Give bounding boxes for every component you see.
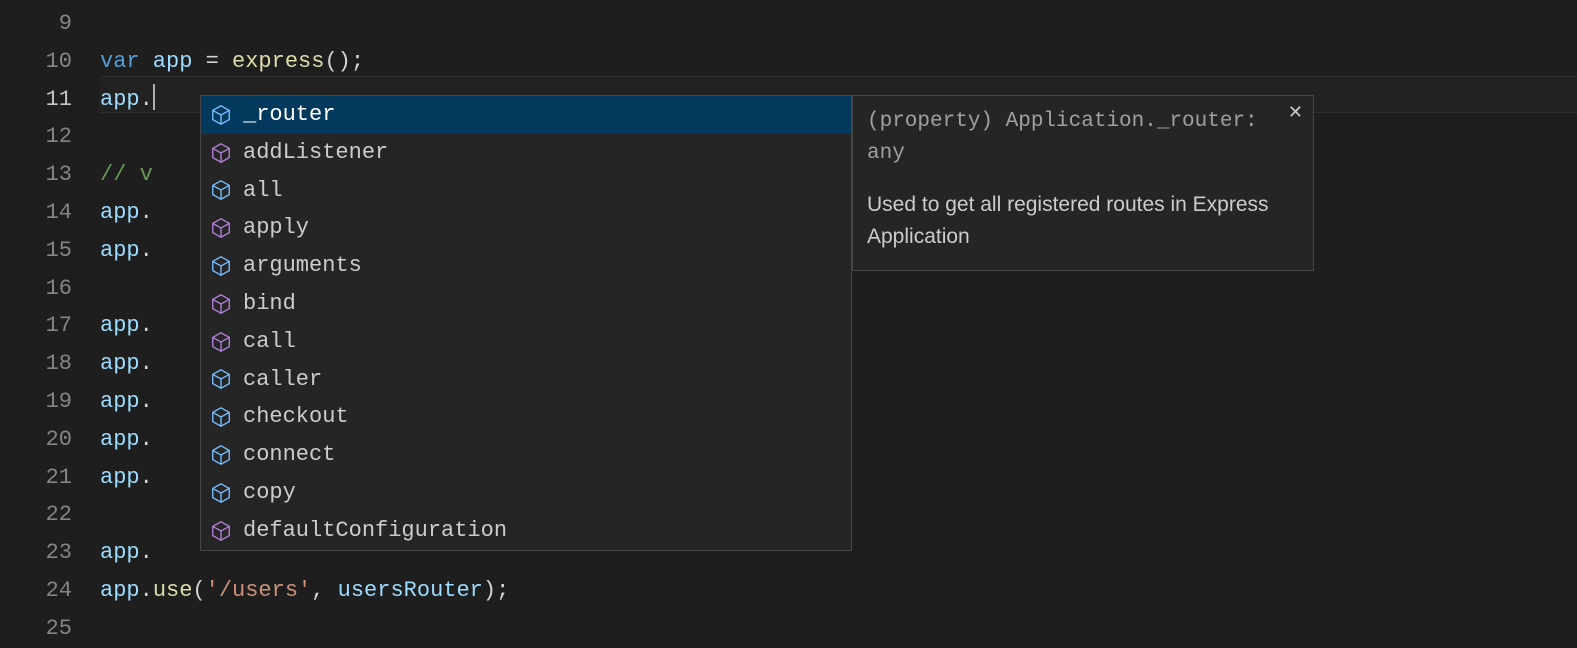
intellisense-details-widget: ✕ (property) Application._router: any Us… [852,95,1314,271]
suggestion-item[interactable]: bind [201,285,851,323]
field-icon [209,254,233,278]
line-number: 15 [0,232,72,270]
method-icon [209,330,233,354]
line-number: 13 [0,156,72,194]
suggestion-label: bind [243,285,296,323]
field-icon [209,367,233,391]
code-line [100,5,1577,43]
line-number: 11 [0,81,72,119]
line-number: 21 [0,459,72,497]
suggestion-item[interactable]: _router [201,96,851,134]
suggestion-item[interactable]: checkout [201,398,851,436]
line-number: 23 [0,534,72,572]
line-number: 14 [0,194,72,232]
method-icon [209,519,233,543]
line-number: 9 [0,5,72,43]
close-icon[interactable]: ✕ [1288,102,1303,123]
field-icon [209,443,233,467]
suggestion-item[interactable]: caller [201,361,851,399]
method-icon [209,292,233,316]
suggestion-label: copy [243,474,296,512]
line-number: 19 [0,383,72,421]
line-number: 25 [0,610,72,648]
line-number: 12 [0,118,72,156]
suggestion-item[interactable]: arguments [201,247,851,285]
line-number: 10 [0,43,72,81]
code-line: var app = express(); [100,43,1577,81]
intellisense-suggest-widget[interactable]: _routeraddListenerallapplyargumentsbindc… [200,95,852,551]
suggestion-item[interactable]: defaultConfiguration [201,512,851,550]
suggestion-item[interactable]: addListener [201,134,851,172]
line-number-gutter: 910111213141516171819202122232425 [0,0,100,622]
suggestion-label: all [243,172,283,210]
method-icon [209,141,233,165]
field-icon [209,481,233,505]
suggestion-label: connect [243,436,335,474]
code-line: app.use('/users', usersRouter); [100,572,1577,610]
suggestion-label: checkout [243,398,349,436]
line-number: 17 [0,307,72,345]
suggestion-label: defaultConfiguration [243,512,507,550]
suggestion-label: caller [243,361,322,399]
suggestion-label: _router [243,96,335,134]
line-number: 22 [0,496,72,534]
line-number: 16 [0,270,72,308]
suggestion-label: addListener [243,134,388,172]
suggestion-item[interactable]: call [201,323,851,361]
field-icon [209,405,233,429]
suggestion-label: apply [243,209,309,247]
field-icon [209,103,233,127]
code-line [100,610,1577,648]
suggestion-item[interactable]: copy [201,474,851,512]
suggestion-item[interactable]: all [201,172,851,210]
suggestion-item[interactable]: apply [201,209,851,247]
suggestion-label: call [243,323,296,361]
method-icon [209,216,233,240]
field-icon [209,178,233,202]
line-number: 20 [0,421,72,459]
suggestion-item[interactable]: connect [201,436,851,474]
suggestion-label: arguments [243,247,362,285]
details-signature: (property) Application._router: any [867,106,1299,169]
line-number: 24 [0,572,72,610]
line-number: 18 [0,345,72,383]
text-cursor [153,84,155,110]
details-documentation: Used to get all registered routes in Exp… [867,189,1299,252]
